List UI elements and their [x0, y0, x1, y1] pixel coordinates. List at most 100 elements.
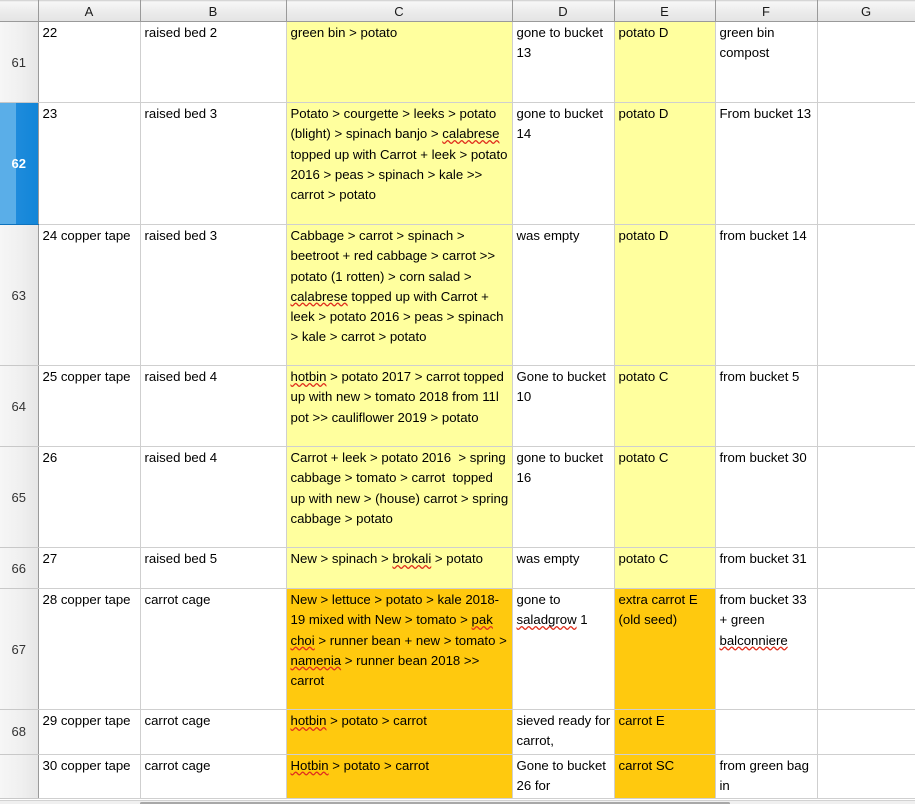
row-header-partial[interactable]: [0, 754, 39, 800]
cell-G66[interactable]: [817, 547, 915, 589]
cell-F63[interactable]: from bucket 14: [715, 224, 818, 366]
table-row[interactable]: 64 25 copper tape raised bed 4 hotbin > pot…: [0, 365, 915, 447]
cell-B61[interactable]: raised bed 2: [140, 21, 287, 103]
cell-C64[interactable]: hotbin > potato 2017 > carrot topped up …: [286, 365, 513, 447]
cell-A61[interactable]: 22: [38, 21, 141, 103]
column-header-c[interactable]: C: [286, 0, 513, 22]
cell-E64[interactable]: potato C: [614, 365, 716, 447]
cell-D68[interactable]: sieved ready for carrot,: [512, 709, 615, 755]
misspelled-word: pak: [471, 612, 493, 628]
misspelled-word: namenia: [290, 652, 342, 668]
cell-D61[interactable]: gone to bucket 13: [512, 21, 615, 103]
cell-F[interactable]: from green bag in: [715, 754, 818, 800]
cell-D66[interactable]: was empty: [512, 547, 615, 589]
cell-B67[interactable]: carrot cage: [140, 588, 287, 710]
cell-C61[interactable]: green bin > potato: [286, 21, 513, 103]
cell-C66[interactable]: New > spinach > brokali > potato: [286, 547, 513, 589]
horizontal-scrollbar[interactable]: [0, 800, 915, 804]
table-row[interactable]: 61 22 raised bed 2 green bin > potato gone t…: [0, 21, 915, 103]
cell-E61[interactable]: potato D: [614, 21, 716, 103]
row-header-61[interactable]: 61: [0, 21, 39, 103]
cell-C63[interactable]: Cabbage > carrot > spinach > beetroot + …: [286, 224, 513, 366]
cell-B65[interactable]: raised bed 4: [140, 446, 287, 548]
misspelled-word: hotbin: [290, 713, 327, 728]
column-header-b[interactable]: B: [140, 0, 287, 22]
cell-A67[interactable]: 28 copper tape: [38, 588, 141, 710]
misspelled-word: balconniere: [719, 632, 788, 648]
table-row[interactable]: 30 copper tape carrot cage Hotbin > potato…: [0, 754, 915, 800]
table-row[interactable]: 66 27 raised bed 5 New > spinach > brokali …: [0, 547, 915, 589]
cell-D64[interactable]: Gone to bucket 10: [512, 365, 615, 447]
cell-A[interactable]: 30 copper tape: [38, 754, 141, 800]
row-header-67[interactable]: 67: [0, 588, 39, 710]
cell-B68[interactable]: carrot cage: [140, 709, 287, 755]
cell-F61[interactable]: green bin compost: [715, 21, 818, 103]
cell-E63[interactable]: potato D: [614, 224, 716, 366]
cell-A64[interactable]: 25 copper tape: [38, 365, 141, 447]
cell-F62[interactable]: From bucket 13: [715, 102, 818, 225]
cell-D63[interactable]: was empty: [512, 224, 615, 366]
cell-C62[interactable]: Potato > courgette > leeks > potato (bli…: [286, 102, 513, 225]
cell-B64[interactable]: raised bed 4: [140, 365, 287, 447]
column-header-a[interactable]: A: [38, 0, 141, 22]
cell-E62[interactable]: potato D: [614, 102, 716, 225]
cell-E[interactable]: carrot SC: [614, 754, 716, 800]
cell-C67[interactable]: New > lettuce > potato > kale 2018-19 mi…: [286, 588, 513, 710]
table-row[interactable]: 62 23 raised bed 3 Potato > courgette > lee…: [0, 102, 915, 225]
select-all-corner[interactable]: [0, 0, 39, 22]
cell-G64[interactable]: [817, 365, 915, 447]
cell-B63[interactable]: raised bed 3: [140, 224, 287, 366]
cell-F65[interactable]: from bucket 30: [715, 446, 818, 548]
cell-A68[interactable]: 29 copper tape: [38, 709, 141, 755]
cell-G67[interactable]: [817, 588, 915, 710]
row-header-66[interactable]: 66: [0, 547, 39, 589]
cell-G65[interactable]: [817, 446, 915, 548]
cell-A65[interactable]: 26: [38, 446, 141, 548]
misspelled-word: calabrese: [442, 126, 500, 142]
cell-E65[interactable]: potato C: [614, 446, 716, 548]
row-header-62[interactable]: 62: [0, 102, 39, 225]
column-header-g[interactable]: G: [817, 0, 915, 22]
cell-A63[interactable]: 24 copper tape: [38, 224, 141, 366]
cell-G68[interactable]: [817, 709, 915, 755]
cell-C65[interactable]: Carrot + leek > potato 2016 > spring cab…: [286, 446, 513, 548]
column-header-d[interactable]: D: [512, 0, 615, 22]
row-header-63[interactable]: 63: [0, 224, 39, 366]
misspelled-word: saladgrow: [516, 612, 577, 628]
table-row[interactable]: 65 26 raised bed 4 Carrot + leek > potato 2…: [0, 446, 915, 548]
cell-E66[interactable]: potato C: [614, 547, 716, 589]
cell-A66[interactable]: 27: [38, 547, 141, 589]
cell-E68[interactable]: carrot E: [614, 709, 716, 755]
cell-F68[interactable]: [715, 709, 818, 755]
row-header-64[interactable]: 64: [0, 365, 39, 447]
cell-D62[interactable]: gone to bucket 14: [512, 102, 615, 225]
cell-G61[interactable]: [817, 21, 915, 103]
spreadsheet-grid-area[interactable]: A B C D E F G 61 22 raised bed 2 green bin …: [0, 0, 915, 804]
row-header-65[interactable]: 65: [0, 446, 39, 548]
cell-G63[interactable]: [817, 224, 915, 366]
table-row[interactable]: 63 24 copper tape raised bed 3 Cabbage > ca…: [0, 224, 915, 366]
column-header-f[interactable]: F: [715, 0, 818, 22]
table-row[interactable]: 68 29 copper tape carrot cage hotbin > pota…: [0, 709, 915, 755]
cell-D67[interactable]: gone to saladgrow 1: [512, 588, 615, 710]
column-header-e[interactable]: E: [614, 0, 716, 22]
cell-C[interactable]: Hotbin > potato > carrot: [286, 754, 513, 800]
cell-D65[interactable]: gone to bucket 16: [512, 446, 615, 548]
cell-C68[interactable]: hotbin > potato > carrot: [286, 709, 513, 755]
cell-A62[interactable]: 23: [38, 102, 141, 225]
cell-G[interactable]: [817, 754, 915, 800]
cell-G62[interactable]: [817, 102, 915, 225]
table-row[interactable]: 67 28 copper tape carrot cage New > lettuce…: [0, 588, 915, 710]
row-header-68[interactable]: 68: [0, 709, 39, 755]
cell-E67[interactable]: extra carrot E (old seed): [614, 588, 716, 710]
cell-F67[interactable]: from bucket 33 + green balconniere: [715, 588, 818, 710]
cell-B62[interactable]: raised bed 3: [140, 102, 287, 225]
cell-F64[interactable]: from bucket 5: [715, 365, 818, 447]
cell-B[interactable]: carrot cage: [140, 754, 287, 800]
misspelled-word: brokali: [392, 551, 432, 566]
cell-D[interactable]: Gone to bucket 26 for: [512, 754, 615, 800]
cell-F66[interactable]: from bucket 31: [715, 547, 818, 589]
column-header-row: A B C D E F G: [0, 0, 915, 22]
misspelled-word: Hotbin: [290, 757, 329, 773]
cell-B66[interactable]: raised bed 5: [140, 547, 287, 589]
